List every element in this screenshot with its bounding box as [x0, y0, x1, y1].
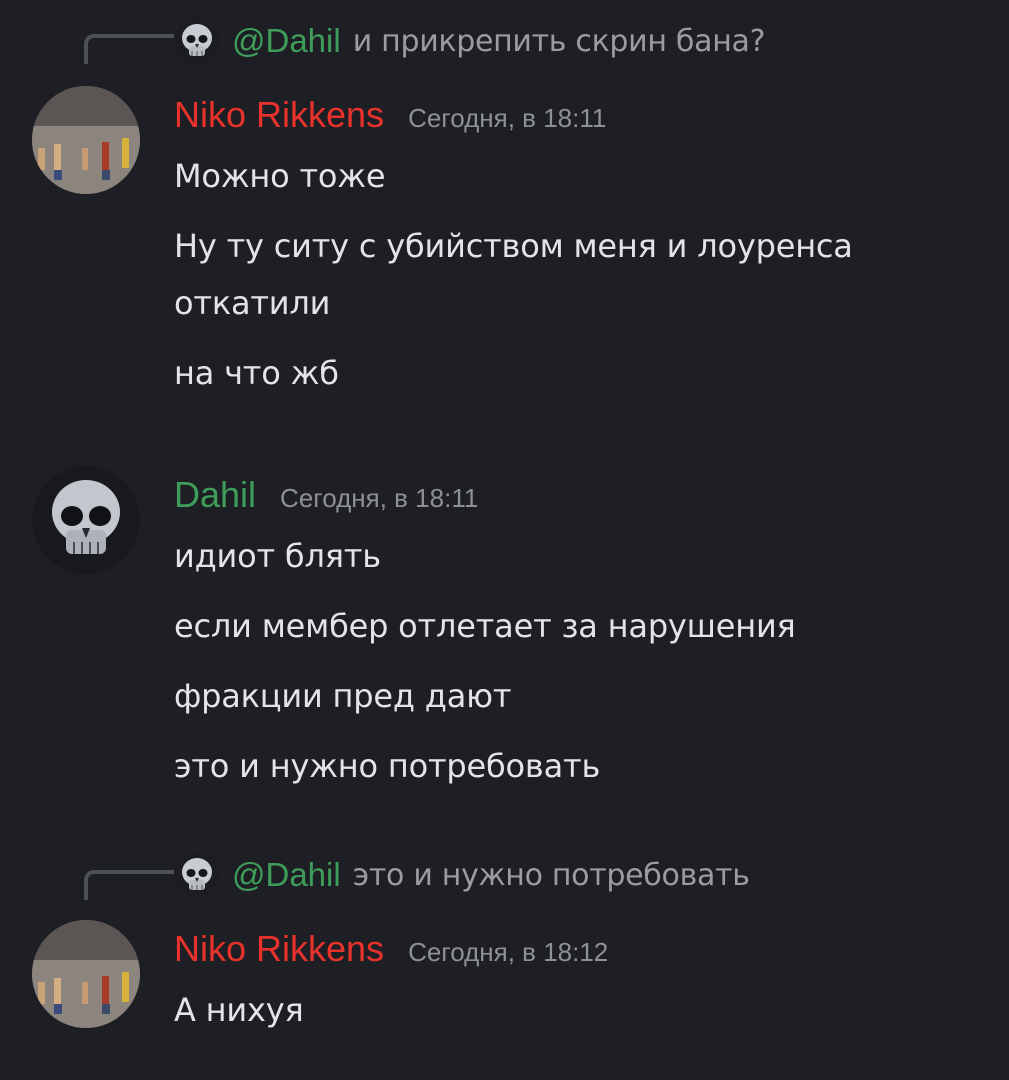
- message-text[interactable]: если мембер отлетает за нарушения: [174, 598, 974, 655]
- message-text[interactable]: фракции пред дают: [174, 668, 974, 725]
- reply-reference[interactable]: @Dahil это и нужно потребовать: [174, 850, 750, 900]
- message-text[interactable]: Можно тоже: [174, 148, 974, 205]
- reply-avatar-skull-icon: [174, 18, 220, 64]
- reply-preview-text[interactable]: это и нужно потребовать: [353, 858, 750, 893]
- message-text[interactable]: Ну ту ситу с убийством меня и лоуренса о…: [174, 218, 974, 332]
- message-text-line: Ну ту ситу с убийством меня и лоуренса: [174, 227, 853, 265]
- reply-avatar-skull-icon: [174, 852, 220, 898]
- message-text[interactable]: идиот блять: [174, 528, 974, 585]
- timestamp[interactable]: Сегодня, в 18:11: [280, 483, 478, 514]
- message-header: Niko Rikkens Сегодня, в 18:11: [174, 94, 606, 136]
- message-header: Dahil Сегодня, в 18:11: [174, 474, 478, 516]
- timestamp[interactable]: Сегодня, в 18:12: [408, 937, 608, 968]
- author-name[interactable]: Niko Rikkens: [174, 94, 384, 136]
- reply-connector: [84, 870, 174, 900]
- message-text[interactable]: А нихуя: [174, 982, 974, 1039]
- author-name[interactable]: Niko Rikkens: [174, 928, 384, 970]
- reply-connector: [84, 34, 174, 64]
- reply-mention[interactable]: @Dahil: [232, 22, 341, 60]
- reply-mention[interactable]: @Dahil: [232, 856, 341, 894]
- author-name[interactable]: Dahil: [174, 474, 256, 516]
- message-text[interactable]: на что жб: [174, 345, 974, 402]
- avatar-dahil-skull-icon[interactable]: [32, 466, 140, 574]
- avatar-niko[interactable]: [32, 920, 140, 1028]
- message-text[interactable]: это и нужно потребовать: [174, 738, 974, 795]
- avatar-niko[interactable]: [32, 86, 140, 194]
- timestamp[interactable]: Сегодня, в 18:11: [408, 103, 606, 134]
- message-text-line: откатили: [174, 284, 331, 322]
- message-header: Niko Rikkens Сегодня, в 18:12: [174, 928, 608, 970]
- reply-reference[interactable]: @Dahil и прикрепить скрин бана?: [174, 16, 766, 66]
- reply-preview-text[interactable]: и прикрепить скрин бана?: [353, 24, 766, 59]
